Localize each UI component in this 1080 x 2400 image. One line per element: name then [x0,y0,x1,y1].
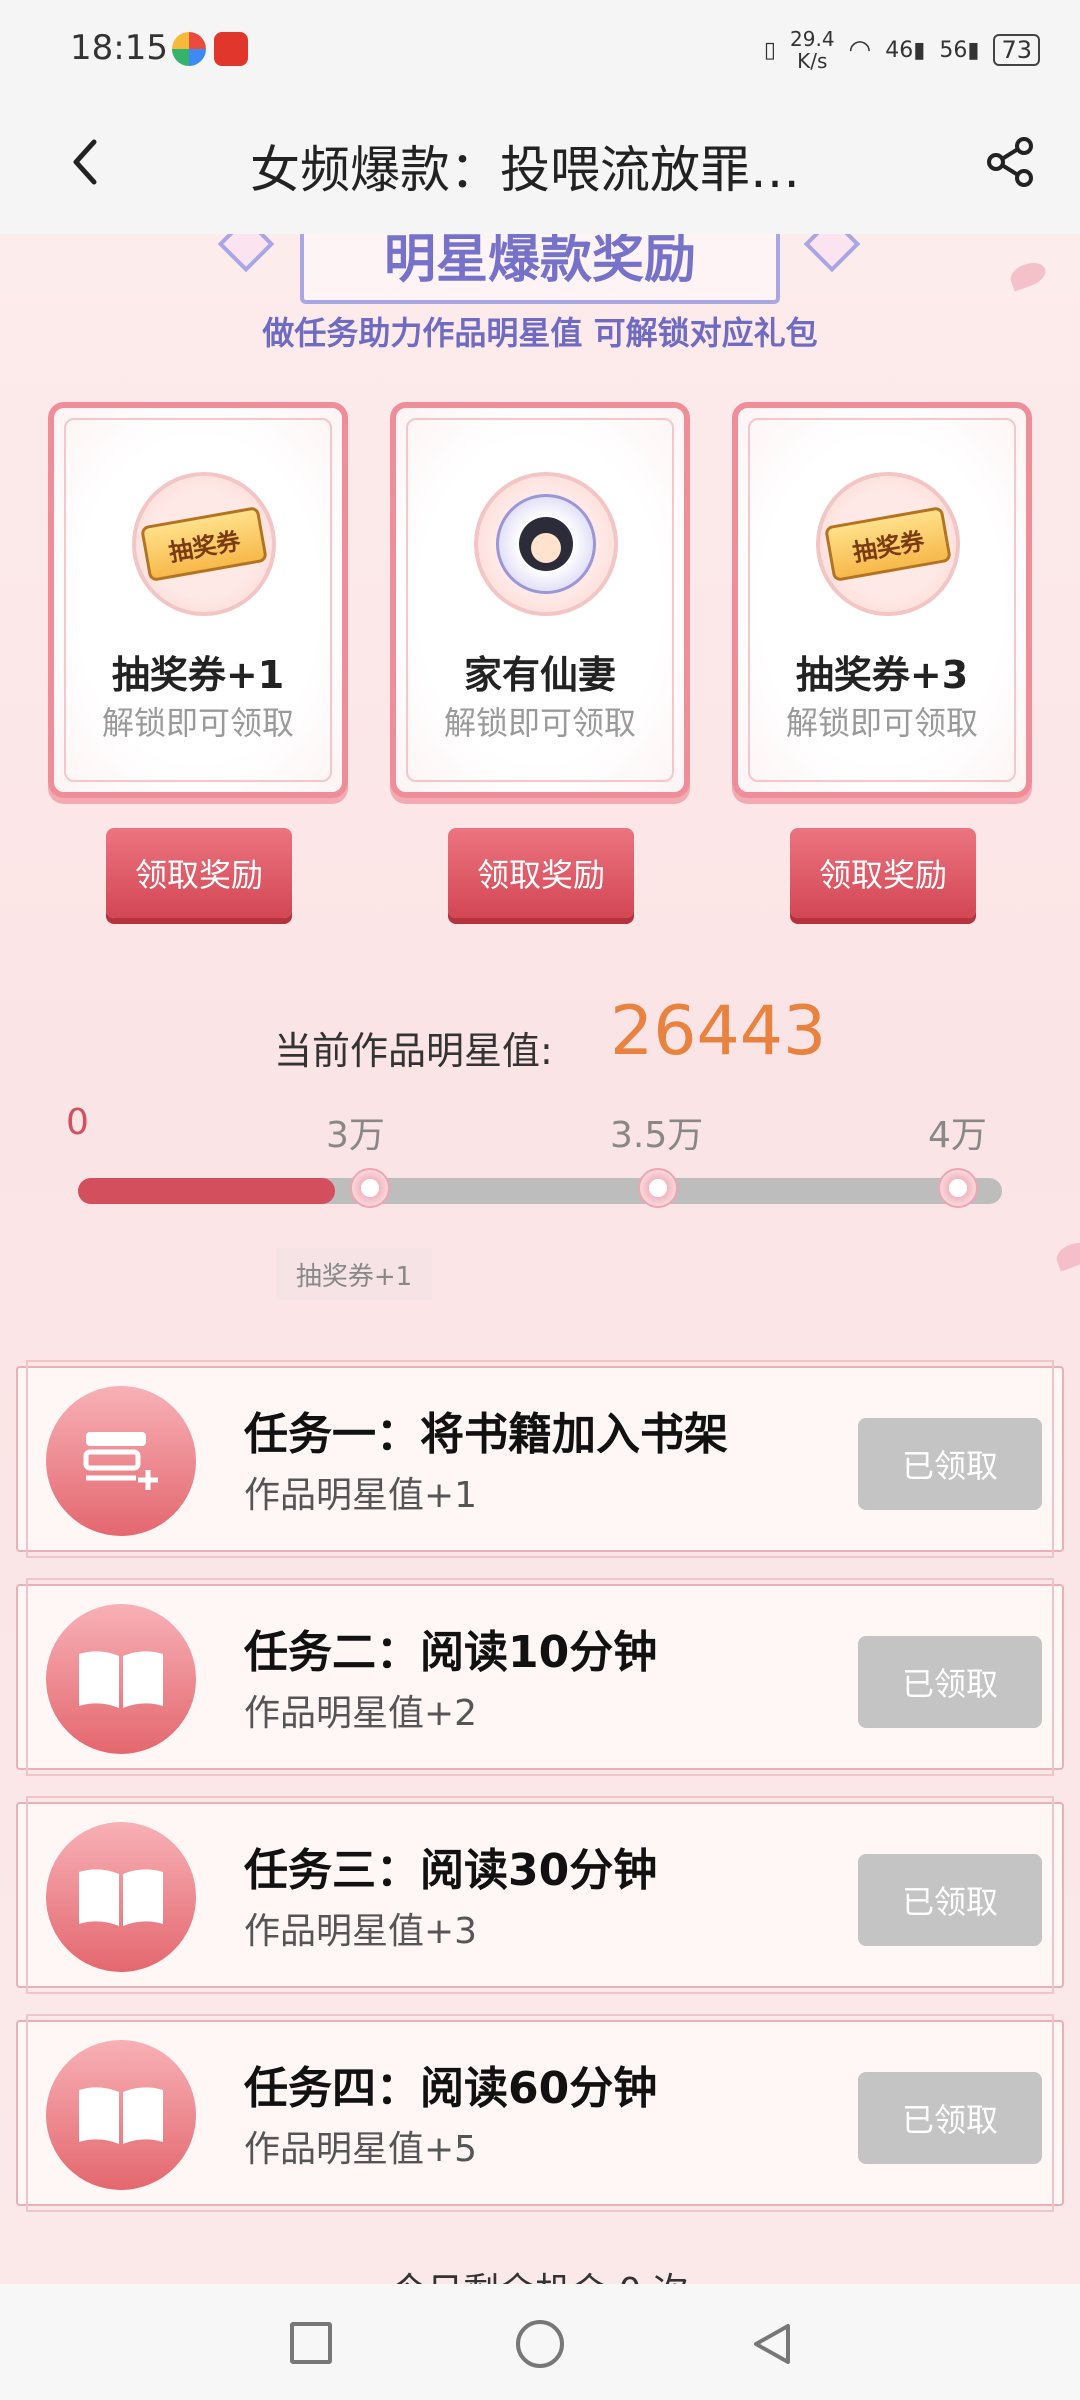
open-book-glyph [79,2087,163,2144]
reward-medal [474,472,618,616]
home-icon[interactable] [516,2320,564,2368]
recents-icon[interactable] [290,2322,332,2364]
bookshelf-add-icon [46,1386,196,1536]
wifi-icon: ◠ [848,35,872,65]
progress-label: 4万 [928,1115,987,1156]
task-title: 任务二：阅读10分钟 [244,1627,658,1678]
banner: 明星爆款奖励 [300,234,780,304]
open-book-icon [46,2040,196,2190]
cell-signal-2-label: 56 [939,37,968,63]
task-reward: 作品明星值+3 [244,1911,478,1952]
banner-subtitle: 做任务助力作品明星值 可解锁对应礼包 [262,314,818,352]
task-title: 任务四：阅读60分钟 [244,2063,658,2114]
claim-reward-button[interactable]: 领取奖励 [448,828,634,918]
petal-decoration [1007,258,1049,292]
banner-ornament [217,234,275,273]
status-icons: ▯ 29.4 K/s ◠ 46▮ 56▮ 73 [764,22,1040,78]
chevron-left-icon[interactable] [58,132,118,192]
task-reward: 作品明星值+2 [244,1693,478,1734]
progress-label: 0 [66,1102,89,1143]
status-time: 18:15 [70,28,168,68]
reward-name: 抽奖券+1 [111,653,285,697]
petal-decoration [1053,1238,1080,1272]
milestone-icon [938,1168,978,1208]
system-nav-bar [0,2284,1080,2400]
reward-card: 抽奖券 抽奖券+3 解锁即可领取 [732,402,1032,798]
task-row: 任务二：阅读10分钟 作品明星值+2 已领取 [16,1578,1064,1776]
milestone-icon [350,1168,390,1208]
reward-card: 抽奖券 抽奖券+1 解锁即可领取 [48,402,348,798]
lottery-ticket-icon: 抽奖券 [140,506,268,582]
character-badge-icon [496,494,596,594]
remaining-chances-text: 今日剩余机会 0 次 [0,2262,1080,2284]
task-row: 任务一：将书籍加入书架 作品明星值+1 已领取 [16,1360,1064,1558]
network-speed-unit: K/s [797,49,828,73]
open-book-icon [46,1604,196,1754]
claimed-button[interactable]: 已领取 [858,1418,1042,1510]
banner-ornament [803,234,861,273]
claimed-button[interactable]: 已领取 [858,1636,1042,1728]
reward-name: 家有仙妻 [463,653,616,697]
progress-track [78,1168,1002,1208]
reward-cards: 抽奖券 抽奖券+1 解锁即可领取 家有仙妻 解锁即可领取 抽奖券 抽奖券+3 解… [48,402,1032,798]
progress-fill [78,1178,335,1204]
task-title: 任务三：阅读30分钟 [244,1845,658,1896]
cell-signal-1: 46▮ [885,37,926,63]
open-book-glyph [79,1651,163,1708]
lottery-ticket-icon: 抽奖券 [824,506,952,582]
claimed-button[interactable]: 已领取 [858,1854,1042,1946]
star-value-label: 当前作品明星值: [274,1029,553,1073]
open-book-glyph [79,1869,163,1926]
claim-reward-button[interactable]: 领取奖励 [106,828,292,918]
task-title: 任务一：将书籍加入书架 [244,1409,728,1460]
task-row: 任务四：阅读60分钟 作品明星值+5 已领取 [16,2014,1064,2212]
reward-name: 抽奖券+3 [795,653,969,697]
share-icon[interactable] [980,132,1040,192]
notification-app-icon [172,32,206,66]
star-value: 26443 [610,992,827,1071]
reward-card: 家有仙妻 解锁即可领取 [390,402,690,798]
reward-desc: 解锁即可领取 [785,704,978,742]
open-book-icon [46,1822,196,1972]
claim-reward-button[interactable]: 领取奖励 [790,828,976,918]
progress-label: 3.5万 [610,1115,704,1156]
task-reward: 作品明星值+1 [244,1475,478,1516]
reward-medal: 抽奖券 [816,472,960,616]
cell-signal-2: 56▮ [939,37,980,63]
reward-desc: 解锁即可领取 [101,704,294,742]
task-reward: 作品明星值+5 [244,2129,478,2170]
milestone-icon [638,1168,678,1208]
vibrate-icon: ▯ [763,37,777,63]
reward-desc: 解锁即可领取 [443,704,636,742]
task-row: 任务三：阅读30分钟 作品明星值+3 已领取 [16,1796,1064,1994]
page-title: 女频爆款：投喂流放罪… [250,141,800,199]
claimed-button[interactable]: 已领取 [858,2072,1042,2164]
network-speed-value: 29.4 [790,27,835,51]
battery-indicator: 73 [993,34,1040,66]
notification-app-icon [214,32,248,66]
cell-signal-1-label: 46 [885,37,914,63]
reward-medal: 抽奖券 [132,472,276,616]
bookshelf-add-glyph [83,1432,158,1490]
progress-label: 3万 [326,1115,385,1156]
back-triangle-icon[interactable] [748,2320,796,2368]
banner-title: 明星爆款奖励 [383,234,696,290]
character-avatar [519,517,573,571]
status-bar: 18:15 ▯ 29.4 K/s ◠ 46▮ 56▮ 73 [0,0,1080,98]
milestone-tooltip: 抽奖券+1 [276,1248,432,1300]
network-speed: 29.4 K/s [790,28,835,72]
top-app-bar: 女频爆款：投喂流放罪… [0,98,1080,234]
activity-content[interactable]: 明星爆款奖励 做任务助力作品明星值 可解锁对应礼包 抽奖券 抽奖券+1 解锁即可… [0,234,1080,2284]
